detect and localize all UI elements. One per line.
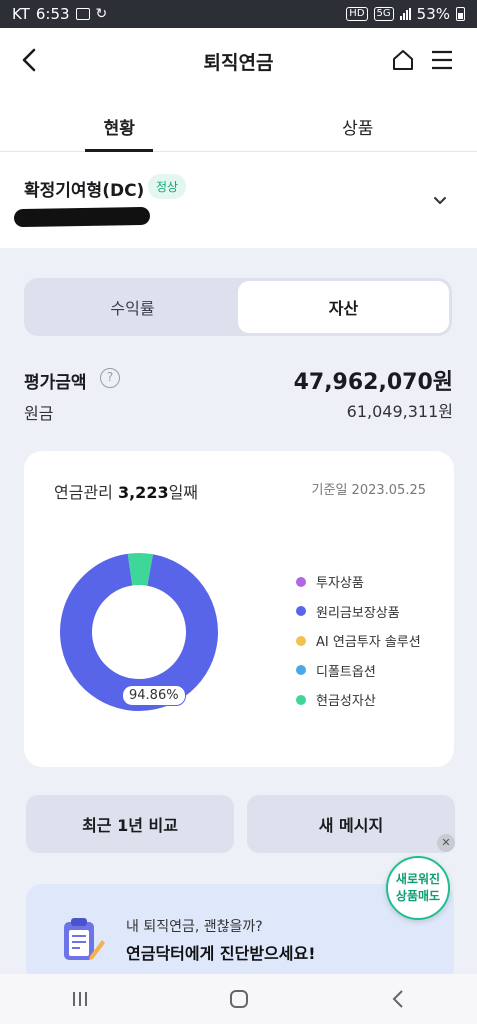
help-icon[interactable]: ? (100, 368, 120, 388)
gallery-icon (75, 8, 90, 20)
recent-apps-icon (72, 992, 87, 1006)
clipboard-pencil-icon (64, 918, 105, 960)
segment-return-rate[interactable]: 수익률 (27, 281, 238, 333)
status-left: KT 6:53 ↻ (12, 5, 107, 23)
plan-name: 확정기여형(DC) (24, 181, 145, 201)
legend-item: 투자상품 (296, 567, 421, 597)
segment-assets[interactable]: 자산 (238, 281, 449, 333)
legend-dot (296, 606, 306, 617)
home-nav-button[interactable] (209, 979, 269, 1019)
home-circle-icon (229, 990, 248, 1008)
home-icon[interactable] (391, 48, 415, 72)
view-segment: 수익률 자산 (24, 278, 452, 336)
floating-line1: 새로워진 (395, 872, 441, 886)
days-count: 3,223 (117, 483, 169, 502)
days-prefix: 연금관리 (54, 483, 118, 502)
network-label: 5G (373, 7, 394, 21)
legend-item: 현금성자산 (296, 685, 421, 715)
main-tabs: 현황 상품 (0, 94, 477, 152)
principal-label: 원금 (24, 404, 54, 423)
tab-status[interactable]: 현황 (0, 94, 239, 151)
banner-subtitle: 내 퇴직연금, 괜찮을까? (126, 919, 263, 935)
chevron-down-icon[interactable] (433, 194, 447, 208)
banner-title: 연금닥터에게 진단받으세요! (126, 944, 316, 963)
floating-product-sell-button[interactable]: 새로워진 상품매도 (386, 856, 450, 920)
principal-value: 61,049,311원 (346, 402, 453, 421)
tab-products[interactable]: 상품 (239, 94, 477, 151)
battery-label: 53% (416, 5, 450, 23)
back-nav-button[interactable] (368, 979, 428, 1019)
clock: 6:53 (35, 5, 70, 23)
plan-selector[interactable]: 확정기여형(DC) 정상 (0, 152, 477, 248)
back-nav-icon (392, 990, 403, 1008)
legend-item: AI 연금투자 솔루션 (296, 626, 421, 656)
system-nav-bar (0, 974, 477, 1024)
legend-label: 투자상품 (316, 576, 364, 592)
legend-dot (296, 635, 306, 646)
management-days: 연금관리 3,223일째 (54, 479, 198, 503)
compare-last-year-button[interactable]: 최근 1년 비교 (26, 795, 234, 853)
new-message-button[interactable]: 새 메시지 (247, 795, 455, 853)
back-arrow-icon[interactable] (18, 46, 40, 74)
recent-apps-button[interactable] (50, 979, 110, 1019)
days-suffix: 일째 (168, 483, 199, 502)
legend-item: 원리금보장상품 (296, 597, 421, 627)
sync-icon: ↻ (95, 6, 108, 22)
hamburger-menu-icon[interactable] (431, 50, 453, 70)
legend-dot (296, 576, 306, 587)
legend-label: 디폴트옵션 (316, 664, 376, 680)
status-bar: KT 6:53 ↻ HD 5G 53% (0, 0, 477, 28)
battery-icon (456, 7, 465, 21)
legend-dot (296, 694, 306, 705)
status-right: HD 5G 53% (346, 5, 465, 23)
legend-item: 디폴트옵션 (296, 656, 421, 686)
asset-legend: 투자상품원리금보장상품 AI 연금투자 솔루션디폴트옵션현금성자산 (296, 567, 421, 715)
hd-icon: HD (346, 7, 368, 21)
asset-card: 연금관리 3,223일째 기준일 2023.05.25 94.86% 투자상품원… (24, 451, 454, 767)
floating-close-button[interactable]: ✕ (437, 834, 455, 852)
legend-label: AI 연금투자 솔루션 (316, 635, 421, 651)
as-of-date: 기준일 2023.05.25 (311, 483, 426, 498)
floating-line2: 상품매도 (395, 889, 441, 903)
donut-percent-label: 94.86% (122, 685, 186, 706)
eval-amount-value: 47,962,070원 (293, 370, 453, 395)
carrier-label: KT (12, 5, 30, 23)
signal-icon (399, 8, 411, 20)
redacted-account-number (13, 206, 151, 228)
legend-label: 현금성자산 (316, 694, 376, 710)
app-header: 퇴직연금 (0, 28, 477, 94)
eval-amount-label: 평가금액 (24, 373, 87, 393)
legend-label: 원리금보장상품 (316, 605, 400, 621)
legend-dot (296, 665, 306, 676)
plan-status-badge: 정상 (148, 174, 187, 199)
